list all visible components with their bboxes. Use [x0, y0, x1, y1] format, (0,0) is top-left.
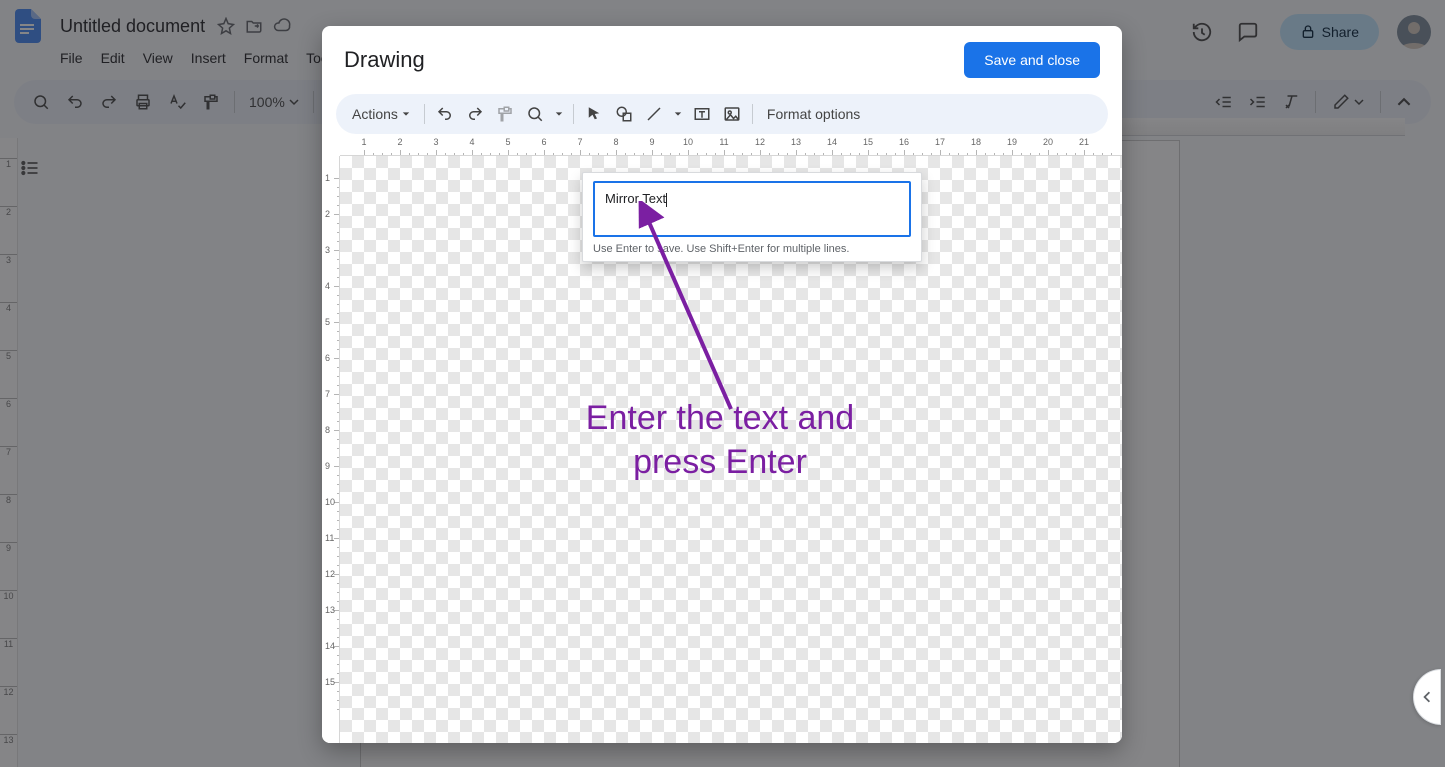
drawing-horizontal-ruler[interactable]: 123456789101112131415161718192021: [340, 136, 1122, 156]
zoom-dropdown[interactable]: [521, 100, 549, 128]
drawing-canvas-area: 123456789101112131415161718192021 123456…: [322, 136, 1122, 743]
drawing-toolbar: Actions Format options: [336, 94, 1108, 134]
image-tool-icon[interactable]: [718, 100, 746, 128]
drawing-canvas[interactable]: Mirror Text Use Enter to save. Use Shift…: [340, 156, 1122, 743]
save-and-close-button[interactable]: Save and close: [964, 42, 1100, 78]
line-tool-icon[interactable]: [640, 100, 668, 128]
select-tool-icon[interactable]: [580, 100, 608, 128]
drawing-vertical-ruler[interactable]: 123456789101112131415: [322, 156, 340, 743]
dialog-title: Drawing: [344, 47, 425, 73]
redo-icon[interactable]: [461, 100, 489, 128]
zoom-caret-icon[interactable]: [551, 100, 567, 128]
textbox-value: Mirror Text: [605, 191, 666, 206]
undo-icon[interactable]: [431, 100, 459, 128]
textbox-hint: Use Enter to save. Use Shift+Enter for m…: [593, 243, 911, 255]
textbox-input[interactable]: Mirror Text: [593, 181, 911, 237]
paint-format-icon: [491, 100, 519, 128]
textbox-tool-icon[interactable]: [688, 100, 716, 128]
format-options-button[interactable]: Format options: [759, 99, 868, 129]
text-caret: [666, 193, 667, 207]
shape-tool-icon[interactable]: [610, 100, 638, 128]
actions-dropdown[interactable]: Actions: [344, 99, 418, 129]
textbox-editor: Mirror Text Use Enter to save. Use Shift…: [582, 172, 922, 262]
annotation-text: Enter the text and press Enter: [520, 396, 920, 484]
drawing-dialog: Drawing Save and close Actions Format op…: [322, 26, 1122, 743]
line-caret-icon[interactable]: [670, 100, 686, 128]
